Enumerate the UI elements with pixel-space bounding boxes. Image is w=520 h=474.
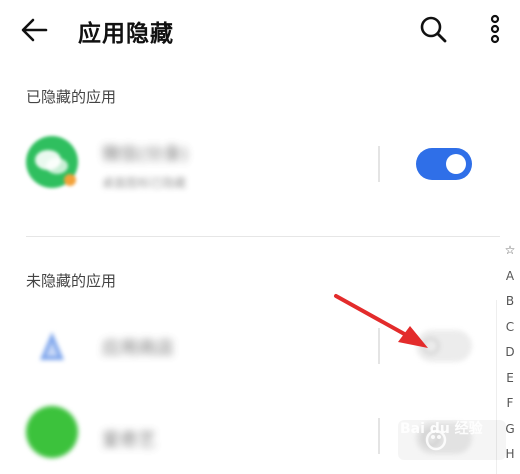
index-letter[interactable]: B [506,289,514,315]
page-title: 应用隐藏 [78,21,174,47]
index-letter[interactable]: C [506,315,514,341]
search-button[interactable] [418,14,448,44]
hidden-app-row[interactable]: 微信(分身) 桌面图标已隐藏 [0,122,498,206]
index-letter[interactable]: G [505,417,514,443]
app-subtitle: 桌面图标已隐藏 [102,176,187,190]
app-name: 微信(分身) [102,144,189,165]
wechat-clone-icon [26,136,78,188]
green-app-icon [26,406,78,458]
annotation-arrow-icon [334,294,428,348]
visible-apps-section-label: 未隐藏的应用 [26,272,117,290]
app-name: 应用商店 [102,338,174,359]
index-letter[interactable]: H [505,442,514,468]
index-letter[interactable]: D [505,340,514,366]
index-letter[interactable]: F [507,391,514,417]
hidden-apps-section-label: 已隐藏的应用 [26,88,117,106]
row-divider [378,418,380,454]
search-icon [420,16,447,43]
watermark-text: Bai du 经验 [400,421,483,437]
more-vertical-icon [490,14,500,44]
hide-toggle-on[interactable] [416,148,472,180]
index-letter[interactable]: A [506,264,514,290]
app-name: 爱奇艺 [102,430,156,451]
toggle-knob [446,154,466,174]
back-button[interactable] [18,14,52,46]
arrow-left-icon [21,18,48,42]
index-letter-star[interactable]: ☆ [505,238,516,264]
section-divider [26,236,500,237]
app-store-icon [26,320,78,372]
index-letter[interactable]: E [506,366,514,392]
row-divider [378,146,380,182]
more-options-button[interactable] [484,14,506,44]
top-app-bar: 应用隐藏 [0,0,520,60]
